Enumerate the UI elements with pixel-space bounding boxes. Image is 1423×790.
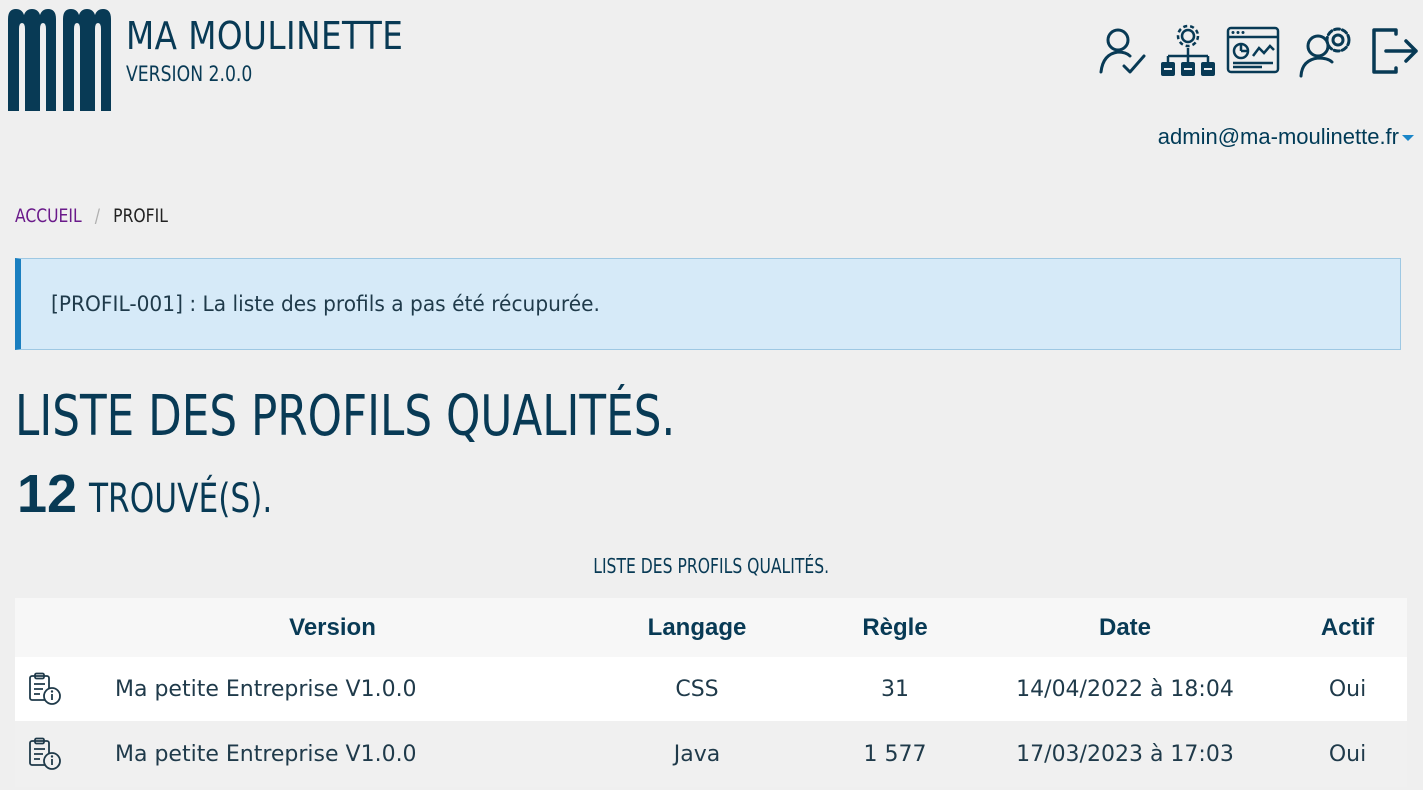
table-caption: LISTE DES PROFILS QUALITÉS. <box>593 554 830 578</box>
count-label: TROUVÉ(S). <box>89 476 273 522</box>
mm-logo-icon <box>8 9 111 111</box>
column-header-actif[interactable]: Actif <box>1260 598 1423 657</box>
chevron-down-icon[interactable] <box>1402 135 1414 141</box>
table-row: Ma petite Entreprise V1.0.0 Java 1 577 1… <box>15 721 1407 787</box>
cell-date: 17/03/2023 à 17:03 <box>1016 741 1234 767</box>
page-title: LISTE DES PROFILS QUALITÉS. <box>15 384 676 449</box>
table-row: Ma petite Entreprise V1.0.0 CSS 31 14/04… <box>15 657 1407 721</box>
column-header-date[interactable]: Date <box>1000 598 1250 657</box>
breadcrumb-separator: / <box>94 205 101 227</box>
user-settings-icon[interactable] <box>1298 24 1354 80</box>
cell-langage: CSS <box>675 676 719 702</box>
logout-icon[interactable] <box>1370 26 1420 82</box>
app-logo[interactable] <box>8 9 111 111</box>
cell-version: Ma petite Entreprise V1.0.0 <box>115 741 417 767</box>
clipboard-info-icon[interactable] <box>15 657 75 721</box>
user-menu[interactable]: admin@ma-moulinette.fr <box>1158 124 1399 150</box>
breadcrumb-current: PROFIL <box>113 205 168 227</box>
cell-actif: Oui <box>1328 741 1367 767</box>
clipboard-info-icon[interactable] <box>15 721 75 787</box>
info-alert: [PROFIL-001] : La liste des profils a pa… <box>15 258 1401 350</box>
table-header: Version Langage Règle Date Actif <box>15 598 1407 657</box>
app-name: MA MOULINETTE <box>126 14 404 58</box>
cell-actif: Oui <box>1328 676 1367 702</box>
breadcrumb: ACCUEIL / PROFIL <box>15 205 168 227</box>
app-version: VERSION 2.0.0 <box>126 62 253 86</box>
org-settings-icon[interactable] <box>1160 24 1216 80</box>
alert-message: [PROFIL-001] : La liste des profils a pa… <box>51 292 600 316</box>
column-header-regle[interactable]: Règle <box>795 598 995 657</box>
results-count: 12 TROUVÉ(S). <box>17 463 324 525</box>
profiles-table: Version Langage Règle Date Actif Ma peti… <box>15 598 1407 787</box>
column-header-version[interactable]: Version <box>115 598 550 657</box>
cell-date: 14/04/2022 à 18:04 <box>1016 676 1234 702</box>
dashboard-chart-icon[interactable] <box>1226 26 1280 82</box>
cell-version: Ma petite Entreprise V1.0.0 <box>115 676 417 702</box>
user-check-icon[interactable] <box>1098 26 1148 82</box>
cell-regle: 31 <box>881 676 909 702</box>
breadcrumb-home-link[interactable]: ACCUEIL <box>15 205 82 227</box>
cell-langage: Java <box>673 741 721 767</box>
cell-regle: 1 577 <box>863 741 927 767</box>
count-number: 12 <box>17 464 78 524</box>
column-header-langage[interactable]: Langage <box>597 598 797 657</box>
